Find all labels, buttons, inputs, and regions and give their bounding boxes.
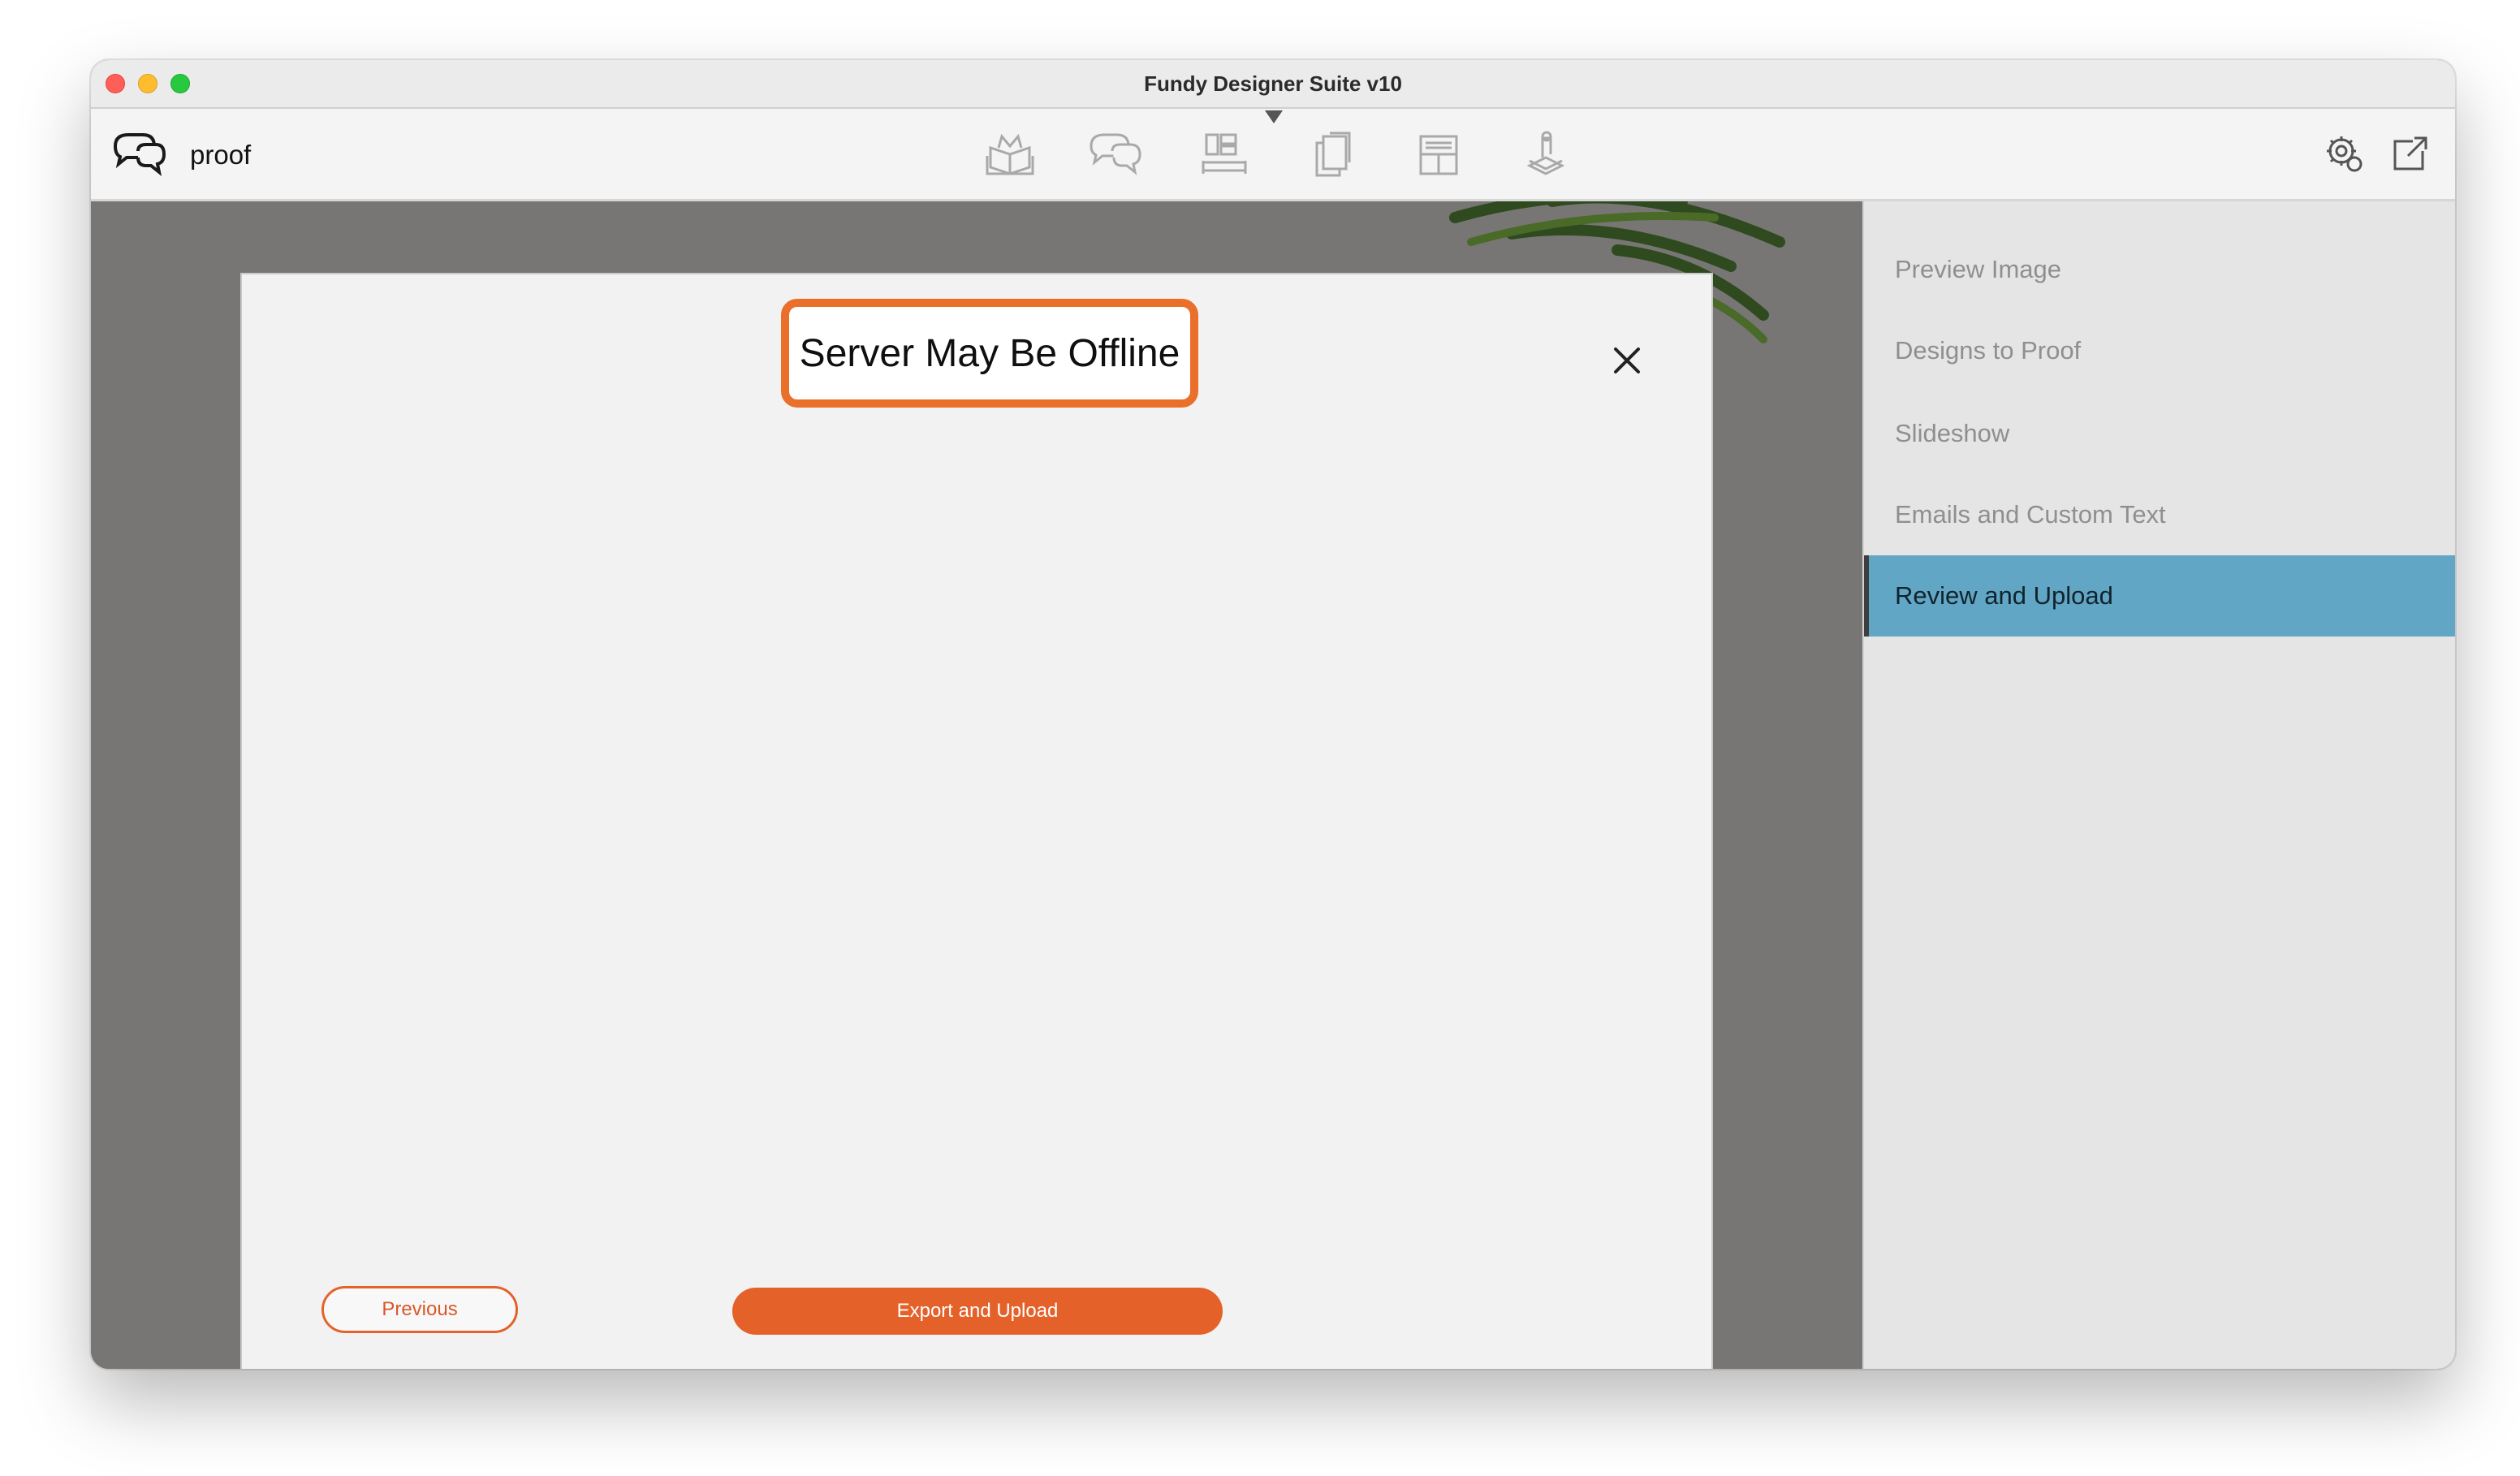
image-sales-icon[interactable] [1305, 130, 1361, 180]
sidebar-item-slideshow[interactable]: Slideshow [1864, 393, 2455, 474]
wall-gallery-icon[interactable] [1197, 130, 1252, 180]
external-window-icon[interactable] [2388, 133, 2431, 175]
sidebar-item-review-and-upload[interactable]: Review and Upload [1864, 555, 2455, 637]
proof-icon[interactable] [1088, 130, 1143, 180]
title-bar: Fundy Designer Suite v10 [91, 60, 2455, 109]
close-icon[interactable] [1611, 344, 1643, 377]
sidebar-item-preview-image[interactable]: Preview Image [1864, 229, 2455, 310]
main-toolbar: proof [91, 109, 2455, 201]
export-and-upload-button[interactable]: Export and Upload [732, 1288, 1223, 1335]
print-stack-icon[interactable] [1518, 130, 1573, 180]
window-title: Fundy Designer Suite v10 [1144, 71, 1402, 96]
proof-steps-sidebar: Preview Image Designs to Proof Slideshow… [1862, 201, 2455, 1369]
app-name: proof [190, 140, 252, 170]
previous-button[interactable]: Previous [321, 1286, 518, 1333]
active-mode-pointer [1265, 110, 1283, 123]
sidebar-item-designs-to-proof[interactable]: Designs to Proof [1864, 310, 2455, 391]
dialog-title-highlight: Server May Be Offline [781, 299, 1198, 408]
dialog-title: Server May Be Offline [799, 332, 1180, 375]
album-design-icon[interactable] [982, 130, 1038, 180]
settings-gear-icon[interactable] [2324, 133, 2366, 175]
cards-icon[interactable] [1411, 130, 1466, 180]
preview-stage: Server May Be Offline Previous Export an… [91, 201, 1862, 1369]
sidebar-item-emails-and-custom-text[interactable]: Emails and Custom Text [1864, 474, 2455, 555]
app-window: Fundy Designer Suite v10 proof Server Ma… [91, 60, 2455, 1369]
proof-app-icon [113, 133, 166, 176]
upload-dialog: Server May Be Offline Previous Export an… [240, 273, 1713, 1369]
